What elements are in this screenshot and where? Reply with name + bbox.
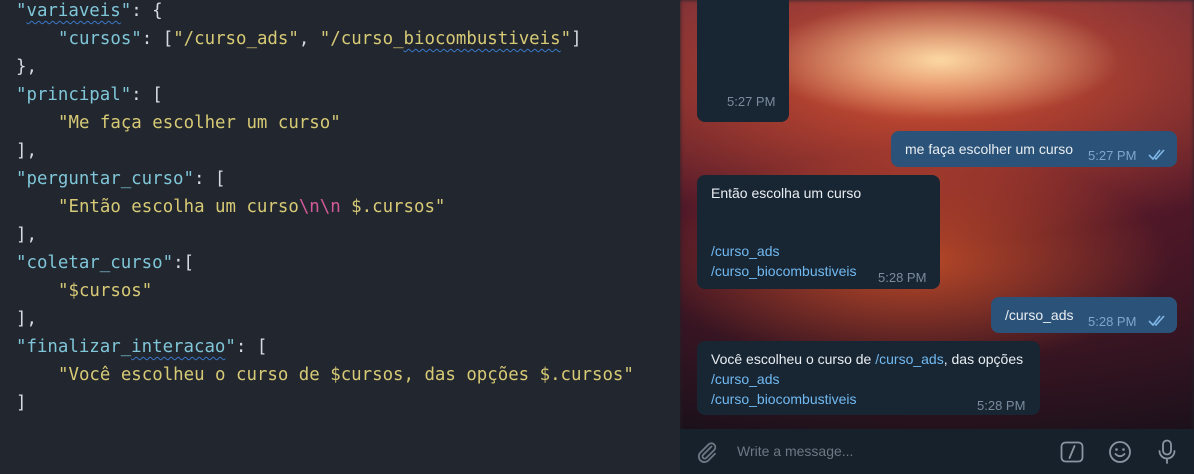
code-line: "Me faça escolher um curso" [58,112,341,134]
code-line: ], [16,224,37,246]
message-text: /curso_ads [1005,307,1074,323]
code-editor[interactable]: "variaveis": { "cursos": ["/curso_ads", … [0,0,680,474]
punct: ] [571,29,582,49]
code-line: "finalizar_interacao": [ [16,336,267,358]
punct: ] [16,393,27,413]
punct: : [ [141,29,174,49]
read-ticks-icon [1148,149,1165,160]
command-link[interactable]: /curso_ads [875,351,943,367]
code-line: ], [16,308,37,330]
json-string: "$cursos" [58,281,153,301]
code-line: "principal": [ [16,84,163,106]
emoji-icon[interactable] [1108,440,1132,464]
message-outgoing[interactable]: me faça escolher um curso 5:27 PM [891,131,1177,167]
json-string: "Você escolheu o curso de $cursos, das o… [58,365,634,385]
message-text: me faça escolher um curso [905,141,1074,157]
json-key: "cursos" [58,29,142,49]
punct: : [ [131,85,163,105]
code-line: "coletar_curso":[ [16,252,194,274]
message-text: Então escolha um curso [711,185,862,201]
punct: ], [16,141,37,161]
message-time: 5:27 PM [1088,148,1137,163]
telegram-chat: 5:27 PM me faça escolher um curso 5:27 P… [680,0,1194,474]
message-time: 5:27 PM [727,94,776,109]
json-key: "perguntar_curso" [16,169,194,189]
punct: , [298,29,320,49]
command-link[interactable]: /curso_biocombustiveis [711,389,857,409]
json-string: $.cursos" [340,197,446,217]
code-line: "cursos": ["/curso_ads", "/curso_biocomb… [58,28,582,50]
json-string: "/curso_biocombustiveis" [319,29,572,49]
message-time: 5:28 PM [1088,314,1137,329]
command-link[interactable]: /curso_ads [711,241,779,261]
json-string: "/curso_ads" [173,29,299,49]
json-key: "variaveis" [16,1,132,21]
json-key: "coletar_curso" [16,253,174,273]
message-incoming[interactable]: 5:27 PM [697,0,789,122]
punct: ], [16,309,37,329]
command-link[interactable]: /curso_biocombustiveis [711,261,857,281]
punct: : { [131,1,163,21]
bot-commands-icon[interactable] [1060,441,1084,463]
code-line: "Então escolha um curso\n\n $.cursos" [58,196,445,218]
code-line: }, [16,56,37,78]
code-line: ], [16,140,37,162]
command-link[interactable]: /curso_ads [711,369,779,389]
message-outgoing[interactable]: /curso_ads 5:28 PM [991,297,1177,333]
json-key: "finalizar_interacao" [16,337,236,357]
message-time: 5:28 PM [977,398,1026,413]
punct: ], [16,225,37,245]
punct: : [ [235,337,268,357]
message-text-part: Você escolheu o curso de [711,351,876,367]
code-line: "variaveis": { [16,0,163,22]
code-line: "Você escolheu o curso de $cursos, das o… [58,364,634,386]
message-composer: Write a message... [680,429,1194,474]
json-string: "Então escolha um curso [58,197,299,217]
punct: : [ [194,169,226,189]
punct: :[ [173,253,195,273]
code-line: "perguntar_curso": [ [16,168,225,190]
microphone-icon[interactable] [1157,439,1177,465]
paperclip-icon[interactable] [695,440,719,464]
message-incoming[interactable]: Você escolheu o curso de /curso_ads, das… [697,341,1040,415]
json-string: "Me faça escolher um curso" [58,113,341,133]
json-key: "principal" [16,85,132,105]
message-incoming[interactable]: Então escolha um curso /curso_ads /curso… [697,175,940,289]
message-input[interactable]: Write a message... [737,443,853,459]
read-ticks-icon [1148,315,1165,326]
code-line: ] [16,392,26,414]
escape-sequence: \n\n [298,197,341,217]
message-time: 5:28 PM [878,270,927,285]
message-text: Você escolheu o curso de /curso_ads, das… [711,349,1023,369]
code-line: "$cursos" [58,280,152,302]
message-text-part: , das opções [943,351,1024,367]
punct: }, [16,57,37,77]
